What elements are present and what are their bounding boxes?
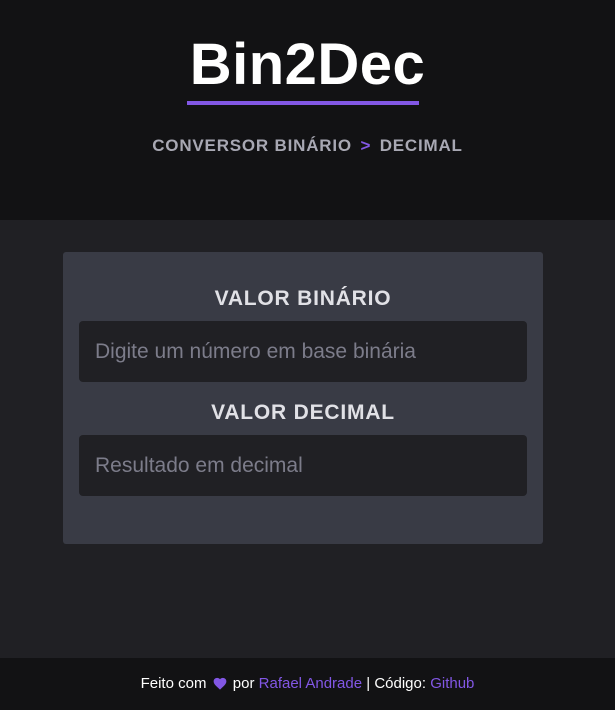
decimal-label: VALOR DECIMAL xyxy=(211,401,395,424)
decimal-output[interactable] xyxy=(79,435,527,496)
converter-card: VALOR BINÁRIO VALOR DECIMAL xyxy=(63,252,543,544)
subtitle-separator: > xyxy=(360,136,372,155)
binary-label: VALOR BINÁRIO xyxy=(214,287,392,310)
subtitle-from: CONVERSOR BINÁRIO xyxy=(152,136,352,155)
footer: Feito com por Rafael Andrade | Código: G… xyxy=(0,658,615,710)
title-underline xyxy=(187,101,419,105)
footer-code-label: | Código: xyxy=(366,675,427,692)
author-link[interactable]: Rafael Andrade xyxy=(259,675,362,692)
app-title: Bin2Dec xyxy=(189,32,426,97)
github-link[interactable]: Github xyxy=(430,675,474,692)
subtitle: CONVERSOR BINÁRIO > DECIMAL xyxy=(0,136,615,156)
heart-icon xyxy=(213,677,226,690)
header: Bin2Dec CONVERSOR BINÁRIO > DECIMAL xyxy=(0,0,615,220)
page: Bin2Dec CONVERSOR BINÁRIO > DECIMAL VALO… xyxy=(0,0,615,710)
binary-input[interactable] xyxy=(79,321,527,382)
footer-made-with: Feito com xyxy=(140,675,207,692)
footer-by: por xyxy=(232,675,255,692)
subtitle-to: DECIMAL xyxy=(379,136,463,155)
